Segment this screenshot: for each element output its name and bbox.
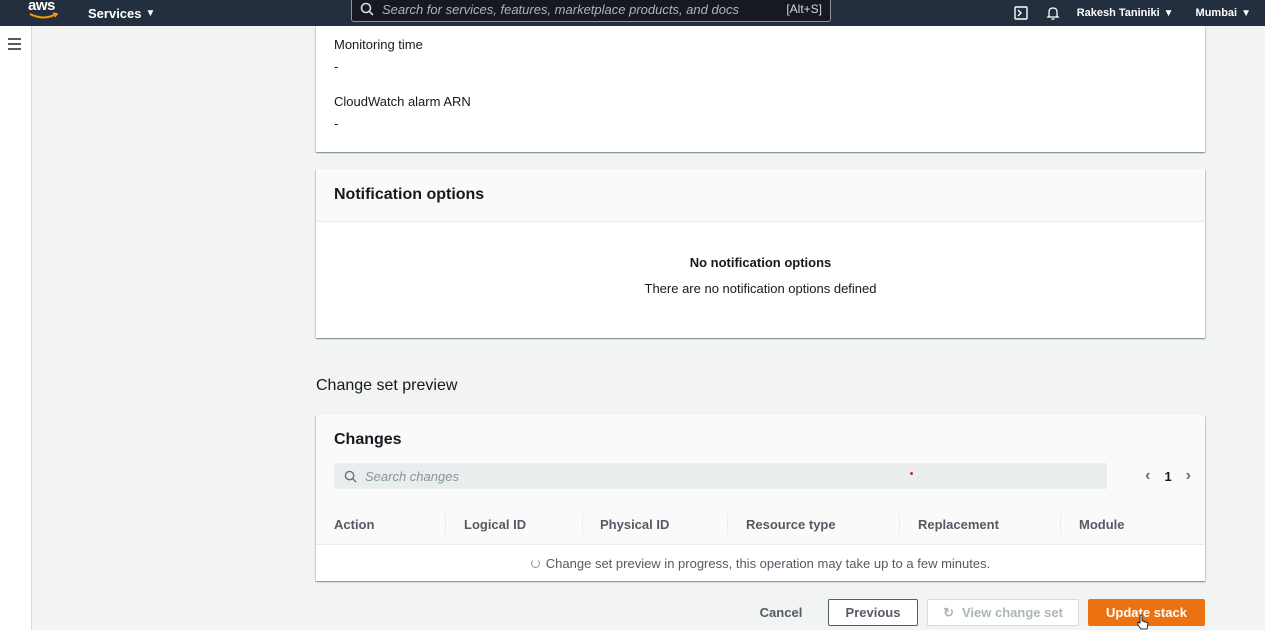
notification-options-title: Notification options bbox=[316, 169, 1205, 222]
change-set-progress-row: Change set preview in progress, this ope… bbox=[316, 545, 1205, 581]
top-navigation-bar: aws Services ▼ [Alt+S] bbox=[0, 0, 1265, 26]
column-header-logical-id[interactable]: Logical ID bbox=[464, 517, 526, 532]
bell-icon[interactable] bbox=[1045, 5, 1061, 21]
user-menu[interactable]: Rakesh Taniniki ▼ bbox=[1077, 7, 1174, 19]
column-divider bbox=[445, 513, 446, 535]
cloudshell-icon[interactable] bbox=[1013, 5, 1029, 21]
nav-right-group: Rakesh Taniniki ▼ Mumbai ▼ bbox=[1013, 0, 1251, 26]
region-menu[interactable]: Mumbai ▼ bbox=[1196, 7, 1251, 19]
monitoring-time-value: - bbox=[334, 59, 339, 74]
caret-down-icon: ▼ bbox=[1241, 7, 1251, 19]
next-page-icon[interactable]: › bbox=[1186, 467, 1191, 485]
aws-logo[interactable]: aws bbox=[28, 0, 62, 26]
monitoring-time-label: Monitoring time bbox=[334, 37, 423, 52]
caret-down-icon: ▼ bbox=[1163, 7, 1174, 19]
cloudwatch-alarm-arn-value: - bbox=[334, 116, 339, 131]
column-header-replacement[interactable]: Replacement bbox=[918, 517, 999, 532]
rollback-monitoring-card: Monitoring time - CloudWatch alarm ARN - bbox=[316, 26, 1205, 152]
notification-empty-title: No notification options bbox=[689, 255, 832, 270]
global-search-input[interactable] bbox=[382, 1, 779, 17]
notification-options-card: Notification options No notification opt… bbox=[316, 169, 1205, 338]
services-label: Services bbox=[88, 5, 142, 21]
changes-search-input[interactable] bbox=[365, 468, 1107, 484]
mouse-cursor-icon bbox=[1137, 614, 1149, 630]
previous-page-icon[interactable]: ‹ bbox=[1145, 467, 1150, 485]
refresh-icon: ↻ bbox=[943, 604, 954, 620]
services-menu[interactable]: Services ▼ bbox=[88, 0, 155, 26]
column-header-physical-id[interactable]: Physical ID bbox=[600, 517, 669, 532]
change-set-progress-text: Change set preview in progress, this ope… bbox=[545, 555, 991, 571]
notification-empty-description: There are no notification options define… bbox=[644, 281, 877, 296]
column-divider bbox=[582, 513, 583, 535]
changes-header bbox=[316, 415, 1205, 503]
column-divider bbox=[727, 513, 728, 535]
column-divider bbox=[1060, 513, 1061, 535]
previous-button[interactable]: Previous bbox=[828, 599, 918, 626]
search-icon bbox=[360, 2, 374, 16]
side-navigation-rail bbox=[0, 26, 32, 630]
column-header-module[interactable]: Module bbox=[1079, 517, 1125, 532]
search-icon bbox=[344, 470, 357, 483]
marker-dot bbox=[910, 472, 913, 475]
column-header-action[interactable]: Action bbox=[334, 517, 374, 532]
user-menu-label: Rakesh Taniniki bbox=[1076, 7, 1160, 19]
changes-table-card: Changes ‹ 1 › Action Logical ID Physical… bbox=[316, 415, 1205, 581]
view-change-set-label: View change set bbox=[961, 605, 1063, 620]
search-shortcut-hint: [Alt+S] bbox=[786, 2, 822, 16]
cancel-button[interactable]: Cancel bbox=[750, 599, 812, 626]
current-page-number[interactable]: 1 bbox=[1164, 469, 1171, 484]
pagination: ‹ 1 › bbox=[1145, 467, 1191, 485]
aws-smile-icon bbox=[29, 12, 59, 19]
changes-search-field[interactable] bbox=[334, 463, 1107, 489]
view-change-set-button[interactable]: ↻ View change set bbox=[927, 599, 1079, 626]
hamburger-menu-icon[interactable] bbox=[8, 38, 21, 50]
loading-spinner-icon bbox=[530, 558, 540, 568]
changes-table-header: Action Logical ID Physical ID Resource t… bbox=[316, 503, 1205, 545]
column-divider bbox=[899, 513, 900, 535]
change-set-preview-heading: Change set preview bbox=[316, 377, 458, 394]
cloudwatch-alarm-arn-label: CloudWatch alarm ARN bbox=[334, 94, 471, 109]
region-menu-label: Mumbai bbox=[1195, 7, 1238, 19]
changes-title: Changes bbox=[334, 431, 402, 448]
caret-down-icon: ▼ bbox=[145, 7, 156, 19]
column-header-resource-type[interactable]: Resource type bbox=[746, 517, 836, 532]
global-search-bar[interactable]: [Alt+S] bbox=[351, 0, 831, 22]
